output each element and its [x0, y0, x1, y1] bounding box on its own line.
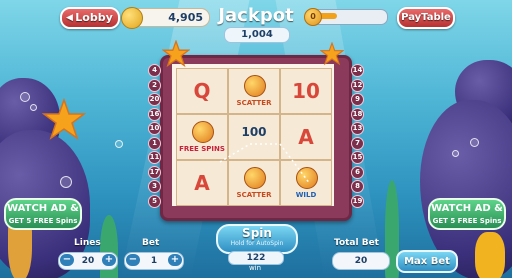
bubble [470, 138, 479, 147]
spin-hint: Hold for AutoSpin [230, 240, 284, 247]
bubble [452, 150, 459, 157]
jackpot-value: 1,004 [241, 29, 273, 40]
total-bet-box: 20 [332, 252, 390, 270]
payline-number[interactable]: 15 [351, 151, 364, 164]
game-screen: ◀ Lobby 4,905 Jackpot 1,004 0 PayTable Q… [0, 0, 512, 278]
payline-number[interactable]: 11 [148, 151, 161, 164]
total-bet-value: 20 [354, 256, 368, 266]
lobby-button[interactable]: ◀ Lobby [60, 7, 120, 29]
payline-number[interactable]: 8 [351, 180, 364, 193]
win-value: 122 [246, 253, 266, 263]
coin-icon [121, 7, 143, 29]
payline-number[interactable]: 20 [148, 93, 161, 106]
back-arrow-icon: ◀ [66, 13, 73, 23]
bet-value: 1 [150, 256, 158, 266]
paytable-label: PayTable [401, 12, 451, 23]
win-box: 122 [228, 251, 284, 265]
payline-number[interactable]: 14 [351, 64, 364, 77]
watch-ad-left-button[interactable]: WATCH AD & GET 5 FREE Spins [4, 198, 82, 230]
watch-ad-right-line1: WATCH AD & [431, 203, 503, 214]
payline-path [219, 143, 311, 185]
bubble [20, 92, 30, 102]
lines-stepper: − 20 + [58, 252, 118, 270]
payline-number[interactable]: 13 [351, 122, 364, 135]
watch-ad-left-line2: GET 5 FREE Spins [8, 217, 78, 225]
coral-right [475, 232, 505, 278]
progress-coin-icon: 0 [304, 8, 322, 26]
progress-bar: 0 [304, 8, 388, 26]
payline-number[interactable]: 17 [148, 165, 161, 179]
bet-minus-button[interactable]: − [126, 254, 140, 266]
payline-number[interactable]: 5 [148, 194, 161, 208]
payline [219, 143, 311, 185]
payline-number[interactable]: 3 [148, 180, 161, 193]
lines-value: 20 [81, 256, 95, 266]
payline-number[interactable]: 7 [351, 136, 364, 150]
watch-ad-left-line1: WATCH AD & [7, 203, 79, 214]
coin-amount: 4,905 [168, 11, 203, 24]
jackpot-title: Jackpot [218, 5, 294, 26]
total-bet-label: Total Bet [334, 238, 379, 248]
payline-number[interactable]: 9 [351, 93, 364, 106]
payline-number[interactable]: 1 [148, 136, 161, 150]
payline-number[interactable]: 16 [148, 107, 161, 121]
max-bet-button[interactable]: Max Bet [396, 250, 458, 273]
max-bet-label: Max Bet [404, 256, 450, 267]
payline-number[interactable]: 18 [351, 107, 364, 121]
payline-number[interactable]: 6 [351, 165, 364, 179]
lines-plus-button[interactable]: + [102, 254, 116, 266]
payline-number[interactable]: 4 [148, 64, 161, 77]
bubble [60, 176, 72, 188]
frame-starfish-icon [319, 41, 345, 66]
payline-number[interactable]: 10 [148, 122, 161, 135]
bet-stepper: − 1 + [124, 252, 184, 270]
payline-number[interactable]: 19 [351, 194, 364, 208]
jackpot-value-box: 1,004 [224, 27, 290, 43]
bubble [115, 140, 123, 148]
starfish-icon [41, 97, 87, 142]
paytable-button[interactable]: PayTable [397, 7, 455, 29]
watch-ad-right-button[interactable]: WATCH AD & GET 5 FREE Spins [428, 198, 506, 230]
payline-number[interactable]: 2 [148, 78, 161, 92]
win-label: win [248, 264, 262, 272]
bet-plus-button[interactable]: + [168, 254, 182, 266]
bet-label: Bet [142, 238, 160, 248]
lines-label: Lines [74, 238, 101, 248]
lines-minus-button[interactable]: − [60, 254, 74, 266]
bubble [30, 104, 37, 111]
spin-button[interactable]: Spin Hold for AutoSpin [216, 224, 298, 254]
lobby-label: Lobby [75, 11, 113, 24]
spin-label: Spin [242, 226, 272, 240]
coin-balance: 4,905 [121, 7, 210, 29]
payline-number[interactable]: 12 [351, 78, 364, 92]
watch-ad-right-line2: GET 5 FREE Spins [432, 217, 502, 225]
